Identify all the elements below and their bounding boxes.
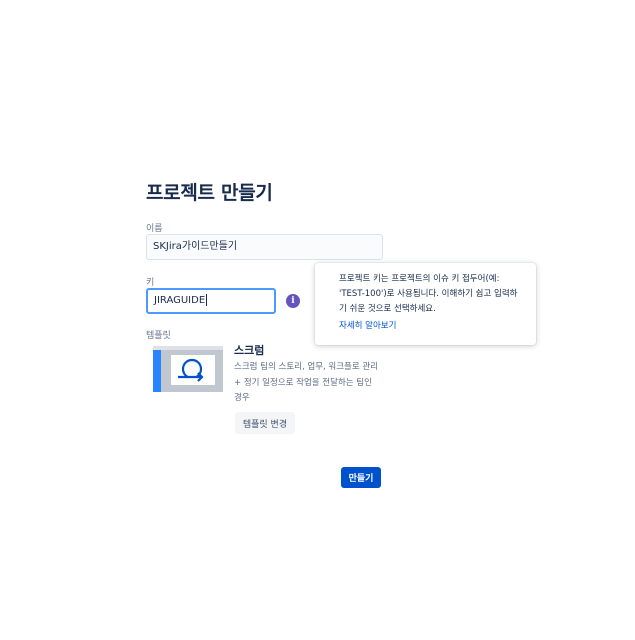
template-description: 스크럼 팀의 스토리, 업무, 워크플로 관리 + 정기 일정으로 작업을 전달… bbox=[234, 362, 379, 403]
key-input-value: JIRAGUIDE bbox=[154, 295, 206, 306]
change-template-button[interactable]: 템플릿 변경 bbox=[235, 412, 295, 434]
thumbnail-sidebar bbox=[153, 346, 161, 392]
learn-more-link[interactable]: 자세히 알아보기 bbox=[339, 319, 522, 334]
thumbnail-board bbox=[171, 355, 215, 385]
name-input[interactable]: SKJira가이드만들기 bbox=[146, 234, 383, 260]
scrum-cycle-icon bbox=[178, 358, 204, 382]
template-name: 스크럼 bbox=[234, 344, 265, 357]
template-label: 템플릿 bbox=[146, 331, 171, 341]
thumbnail-topbar bbox=[153, 346, 223, 350]
key-info-popup: 프로젝트 키는 프로젝트의 이슈 키 접두어(예: 'TEST-100')로 사… bbox=[315, 263, 536, 345]
info-icon[interactable]: i bbox=[286, 294, 300, 308]
text-caret bbox=[206, 294, 208, 306]
name-label: 이름 bbox=[146, 224, 163, 234]
scrum-template-thumbnail bbox=[153, 346, 223, 392]
key-input[interactable]: JIRAGUIDE bbox=[146, 288, 276, 314]
page-title: 프로젝트 만들기 bbox=[146, 182, 273, 204]
popup-text: 프로젝트 키는 프로젝트의 이슈 키 접두어(예: 'TEST-100')로 사… bbox=[339, 274, 518, 314]
key-label: 키 bbox=[146, 278, 155, 288]
name-input-value: SKJira가이드만들기 bbox=[153, 241, 238, 252]
create-button[interactable]: 만들기 bbox=[341, 467, 381, 488]
